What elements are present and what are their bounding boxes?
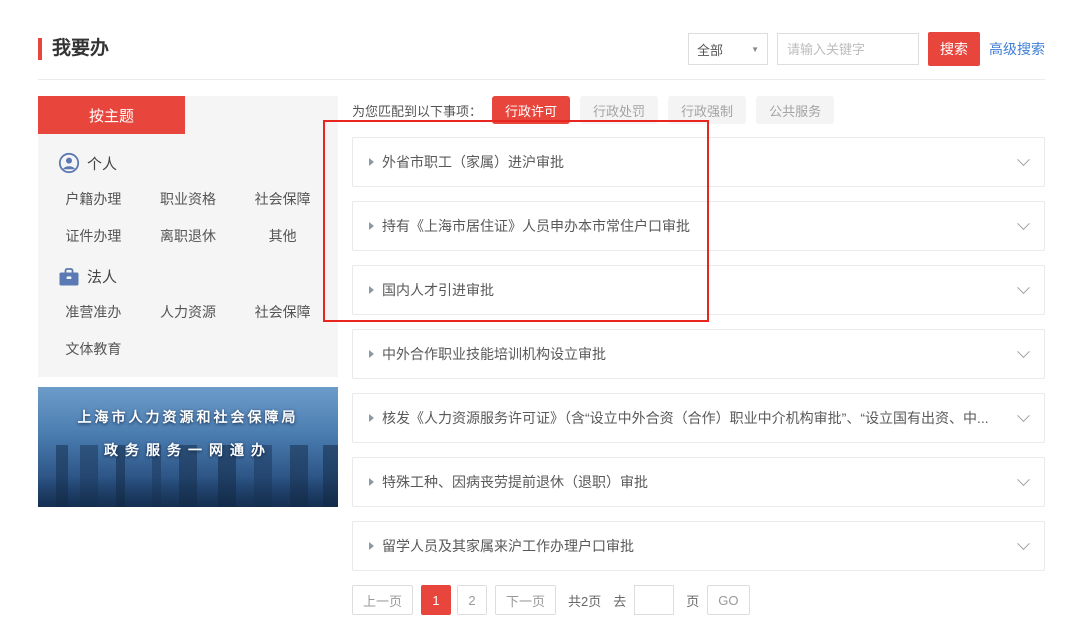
service-title: 持有《上海市居住证》人员申办本市常住户口审批 (382, 216, 1005, 236)
chevron-down-icon[interactable] (1017, 409, 1030, 422)
banner-title: 上海市人力资源和社会保障局 (38, 407, 338, 427)
chevron-down-icon[interactable] (1017, 345, 1030, 358)
tab-1[interactable]: 行政处罚 (580, 96, 658, 124)
chevron-down-icon[interactable] (1017, 217, 1030, 230)
page-number-2[interactable]: 2 (457, 585, 487, 615)
sidebar-item[interactable]: 其他 (235, 226, 330, 246)
section-label: 法人 (87, 266, 117, 287)
search-category-select[interactable]: 全部 ▼ (688, 33, 768, 65)
search-input[interactable] (777, 33, 919, 65)
chevron-down-icon: ▼ (751, 45, 759, 54)
search-button[interactable]: 搜索 (928, 32, 980, 66)
chevron-down-icon[interactable] (1017, 537, 1030, 550)
content: 按主题 个人 户籍办理职业资格社会保障证件办理离职退休其他 法人 准营准办人力资 (0, 80, 1080, 615)
tab-by-theme[interactable]: 按主题 (38, 96, 185, 134)
total-pages-label: 共2页 (568, 591, 601, 610)
section-corporate: 法人 (38, 248, 338, 287)
service-title: 特殊工种、因病丧劳提前退休（退职）审批 (382, 472, 1005, 492)
tab-0[interactable]: 行政许可 (492, 96, 570, 124)
service-item[interactable]: 留学人员及其家属来沪工作办理户口审批 (352, 521, 1045, 571)
prev-page-button[interactable]: 上一页 (352, 585, 413, 615)
service-title: 中外合作职业技能培训机构设立审批 (382, 344, 1005, 364)
bureau-banner-image[interactable]: 上海市人力资源和社会保障局 政务服务一网通办 (38, 387, 338, 507)
theme-panel: 按主题 个人 户籍办理职业资格社会保障证件办理离职退休其他 法人 准营准办人力资 (38, 96, 338, 377)
page-numbers: 12 (421, 585, 487, 615)
match-label: 为您匹配到以下事项： (352, 101, 482, 120)
service-item[interactable]: 外省市职工（家属）进沪审批 (352, 137, 1045, 187)
service-item[interactable]: 国内人才引进审批 (352, 265, 1045, 315)
chevron-down-icon[interactable] (1017, 281, 1030, 294)
go-button[interactable]: GO (707, 585, 749, 615)
category-tabs: 行政许可行政处罚行政强制公共服务 (492, 96, 834, 124)
expand-arrow-icon (369, 286, 374, 294)
goto-page-input[interactable] (634, 585, 674, 615)
tab-2[interactable]: 行政强制 (668, 96, 746, 124)
match-row: 为您匹配到以下事项： 行政许可行政处罚行政强制公共服务 (352, 96, 1045, 124)
service-title: 留学人员及其家属来沪工作办理户口审批 (382, 536, 1005, 556)
expand-arrow-icon (369, 222, 374, 230)
sidebar-item[interactable]: 户籍办理 (46, 189, 141, 209)
service-title: 核发《人力资源服务许可证》（含“设立中外合资（合作）职业中介机构审批”、“设立国… (382, 408, 1005, 428)
corporate-items: 准营准办人力资源社会保障文体教育 (38, 287, 338, 361)
sidebar-item[interactable]: 人力资源 (141, 302, 236, 322)
expand-arrow-icon (369, 478, 374, 486)
service-list: 外省市职工（家属）进沪审批持有《上海市居住证》人员申办本市常住户口审批国内人才引… (352, 137, 1045, 571)
personal-items: 户籍办理职业资格社会保障证件办理离职退休其他 (38, 174, 338, 248)
section-personal: 个人 (38, 134, 338, 174)
page-title: 我要办 (38, 38, 109, 60)
banner-subtitle: 政务服务一网通办 (38, 440, 338, 460)
page-number-1[interactable]: 1 (421, 585, 451, 615)
tab-3[interactable]: 公共服务 (756, 96, 834, 124)
page-header: 我要办 全部 ▼ 搜索 高级搜索 (0, 0, 1080, 66)
expand-arrow-icon (369, 158, 374, 166)
advanced-search-link[interactable]: 高级搜索 (989, 39, 1045, 59)
goto-suffix-label: 页 (686, 591, 699, 610)
next-page-button[interactable]: 下一页 (495, 585, 556, 615)
goto-prefix-label: 去 (613, 591, 626, 610)
sidebar-item[interactable]: 社会保障 (235, 189, 330, 209)
sidebar-item[interactable]: 离职退休 (141, 226, 236, 246)
sidebar-item[interactable]: 职业资格 (141, 189, 236, 209)
expand-arrow-icon (369, 414, 374, 422)
sidebar-item[interactable]: 文体教育 (46, 339, 141, 359)
sidebar-item[interactable]: 社会保障 (235, 302, 330, 322)
expand-arrow-icon (369, 350, 374, 358)
briefcase-icon (58, 267, 80, 287)
section-label: 个人 (87, 153, 117, 174)
sidebar-item[interactable]: 证件办理 (46, 226, 141, 246)
pagination: 上一页 12 下一页 共2页 去 页 GO (352, 585, 1045, 615)
service-item[interactable]: 持有《上海市居住证》人员申办本市常住户口审批 (352, 201, 1045, 251)
sidebar-item[interactable]: 准营准办 (46, 302, 141, 322)
search-area: 全部 ▼ 搜索 高级搜索 (688, 32, 1045, 66)
sidebar: 按主题 个人 户籍办理职业资格社会保障证件办理离职退休其他 法人 准营准办人力资 (38, 96, 338, 615)
expand-arrow-icon (369, 542, 374, 550)
chevron-down-icon[interactable] (1017, 153, 1030, 166)
service-title: 外省市职工（家属）进沪审批 (382, 152, 1005, 172)
select-value: 全部 (697, 40, 723, 59)
main-panel: 为您匹配到以下事项： 行政许可行政处罚行政强制公共服务 外省市职工（家属）进沪审… (352, 96, 1045, 615)
service-title: 国内人才引进审批 (382, 280, 1005, 300)
chevron-down-icon[interactable] (1017, 473, 1030, 486)
service-item[interactable]: 特殊工种、因病丧劳提前退休（退职）审批 (352, 457, 1045, 507)
service-item[interactable]: 中外合作职业技能培训机构设立审批 (352, 329, 1045, 379)
banner-text: 上海市人力资源和社会保障局 政务服务一网通办 (38, 407, 338, 460)
person-icon (58, 152, 80, 174)
service-item[interactable]: 核发《人力资源服务许可证》（含“设立中外合资（合作）职业中介机构审批”、“设立国… (352, 393, 1045, 443)
